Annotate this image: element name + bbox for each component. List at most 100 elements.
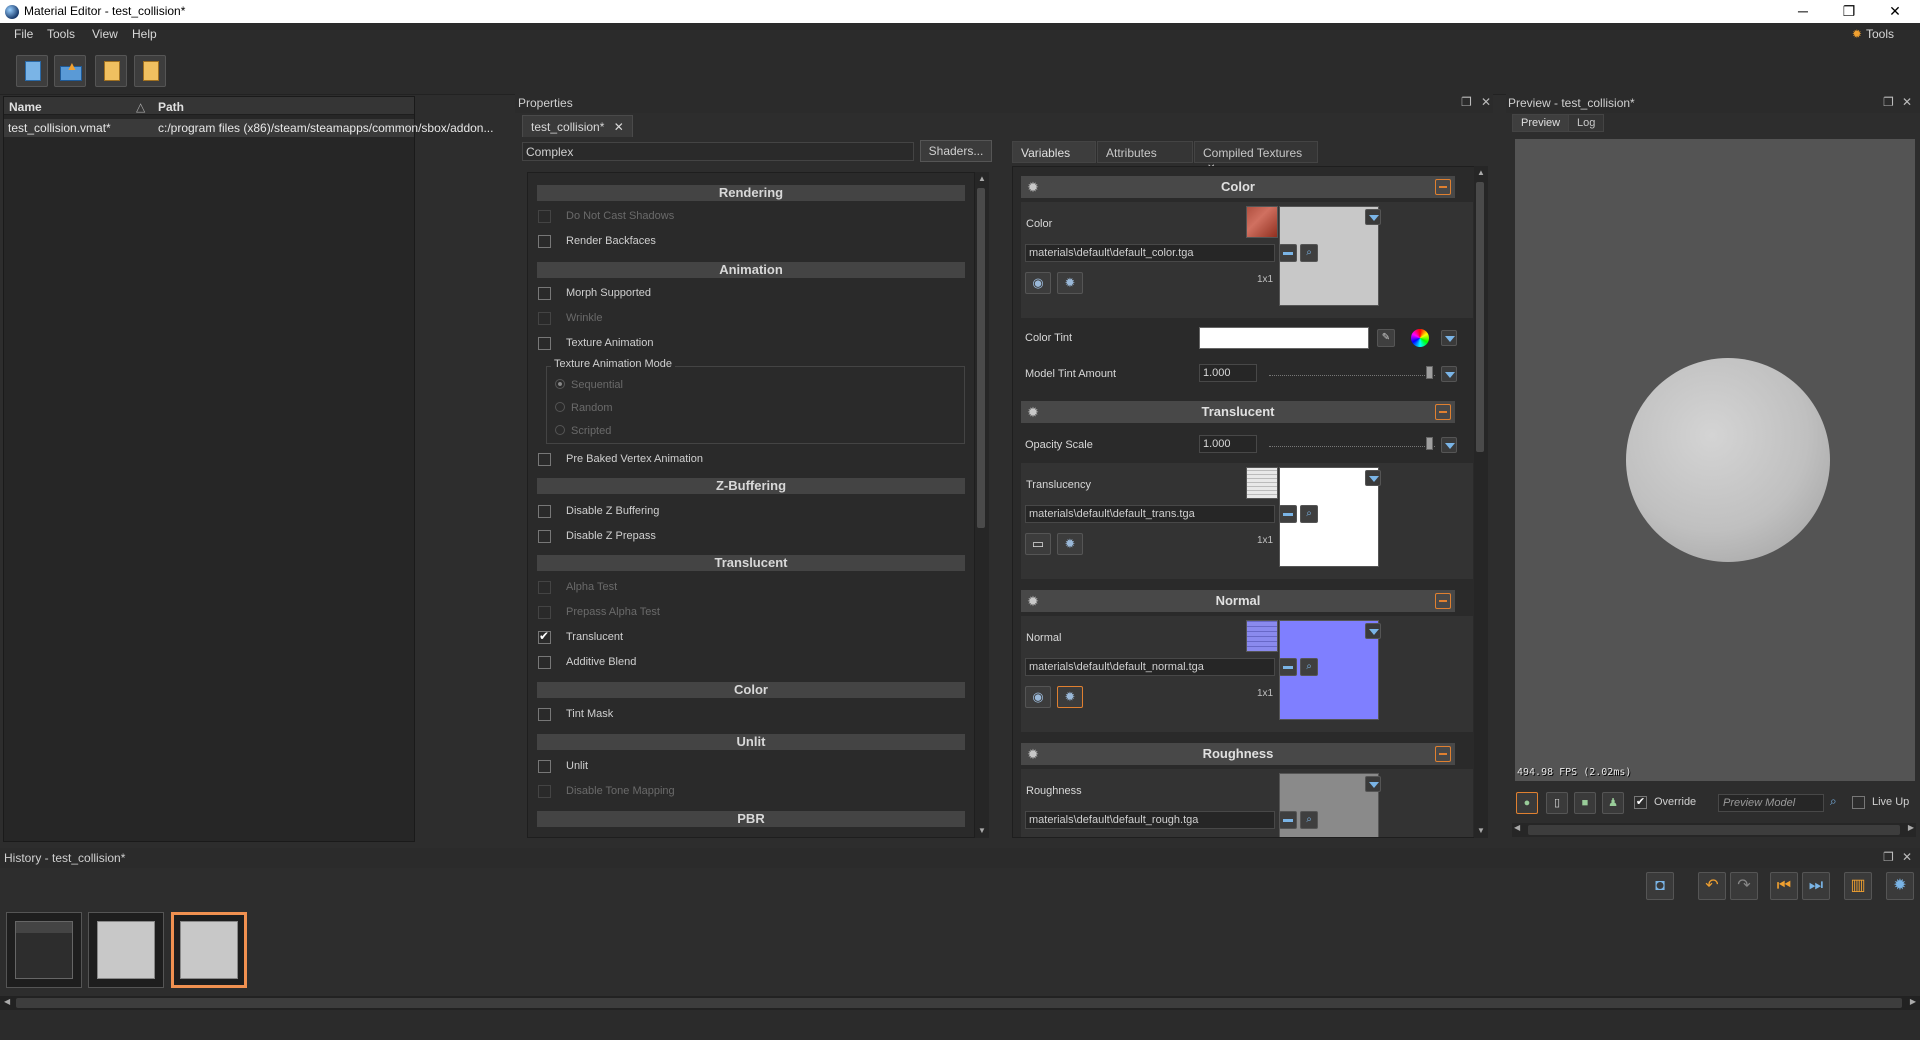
last-icon[interactable]: ⏭ [1802,872,1830,900]
slider-knob[interactable] [1426,437,1433,450]
dropdown-icon[interactable] [1365,470,1381,486]
checkbox-box[interactable] [538,629,551,644]
minimize-button[interactable]: ─ [1780,0,1826,23]
checkbox-box[interactable] [538,530,551,543]
color-tint-swatch[interactable] [1199,327,1369,349]
slider-knob[interactable] [1426,366,1433,379]
dropdown-icon[interactable] [1365,209,1381,225]
browse-icon[interactable]: ▬ [1279,505,1297,523]
scroll-down-icon[interactable]: ▼ [975,824,989,838]
dropdown-icon[interactable] [1365,776,1381,792]
history-snapshot[interactable] [6,912,82,988]
live-update-checkbox[interactable] [1852,796,1865,809]
checkbox-box[interactable] [538,287,551,300]
collapse-icon[interactable] [1435,404,1451,420]
checkbox-box[interactable] [538,505,551,518]
camera-icon[interactable]: ◘ [1646,872,1674,900]
checkbox-box[interactable] [538,656,551,669]
preview-model-input[interactable]: Preview Model [1718,794,1824,812]
history-snapshot-selected[interactable] [171,912,247,988]
open-file-button[interactable]: ▲ [54,55,86,87]
variables-scrollbar[interactable]: ▲ ▼ [1474,166,1488,838]
scroll-left-icon[interactable]: ◀ [1514,823,1520,832]
new-file-button[interactable] [16,55,48,87]
settings-gear-icon[interactable]: ✹ [1057,533,1083,555]
search-icon[interactable]: ⌕ [1300,811,1318,829]
checkbox-box[interactable] [538,760,551,773]
cylinder-model-icon[interactable]: ▯ [1546,792,1568,814]
shader-field[interactable]: Complex [522,142,914,161]
dropdown-icon[interactable] [1441,330,1457,346]
collapse-icon[interactable] [1435,593,1451,609]
maximize-button[interactable]: ❐ [1826,0,1872,23]
search-icon[interactable]: ⌕ [1300,244,1318,262]
save-button[interactable] [95,55,127,87]
scroll-left-icon[interactable]: ◀ [4,997,10,1006]
redo-icon[interactable]: ↷ [1730,872,1758,900]
color-wheel-icon[interactable] [1411,329,1429,347]
properties-scrollbar[interactable]: ▲ ▼ [975,172,989,838]
tab-preview[interactable]: Preview [1512,114,1570,132]
checkbox-box[interactable] [538,453,551,466]
search-icon[interactable]: ⌕ [1830,794,1837,809]
float-icon[interactable]: ❐ [1883,850,1894,864]
tab-compiled-textures[interactable]: Compiled Textures ✕ [1194,141,1318,174]
opacity-scale-slider[interactable] [1269,437,1435,451]
tab-log[interactable]: Log [1568,114,1605,132]
settings-gear-icon[interactable]: ✹ [1886,872,1914,900]
gradient-icon[interactable]: ▭ [1025,533,1051,555]
tools-button[interactable]: ✹ Tools [1852,27,1894,41]
tab-attributes[interactable]: Attributes [1097,141,1193,163]
menu-file[interactable]: File [14,27,33,41]
menu-tools[interactable]: Tools [47,27,75,41]
document-tab[interactable]: test_collision* ✕ [522,115,633,137]
collapse-icon[interactable] [1435,179,1451,195]
scroll-up-icon[interactable]: ▲ [975,172,989,186]
scroll-thumb[interactable] [1476,182,1484,452]
column-name[interactable]: Name [9,100,42,114]
browse-icon[interactable]: ▬ [1279,658,1297,676]
close-panel-icon[interactable]: ✕ [1902,95,1912,109]
eyedropper-icon[interactable]: ✎ [1377,329,1395,347]
shaders-button[interactable]: Shaders... [920,140,992,162]
scroll-right-icon[interactable]: ▶ [1908,823,1914,832]
generate-texture-icon[interactable]: ◉ [1025,272,1051,294]
close-panel-icon[interactable]: ✕ [1902,850,1912,864]
first-icon[interactable]: ⏮ [1770,872,1798,900]
dropdown-icon[interactable] [1441,437,1457,453]
menu-help[interactable]: Help [132,27,157,41]
preview-hscrollbar[interactable]: ◀ ▶ [1512,823,1916,837]
checkbox-box[interactable] [538,337,551,350]
history-scrollbar[interactable]: ◀ ▶ [0,996,1920,1010]
sphere-model-icon[interactable]: ● [1516,792,1538,814]
settings-gear-icon[interactable]: ✹ [1057,686,1083,708]
color-texture-path[interactable]: materials\default\default_color.tga [1025,244,1275,262]
delete-icon[interactable]: ▥ [1844,872,1872,900]
search-icon[interactable]: ⌕ [1300,505,1318,523]
float-icon[interactable]: ❐ [1883,95,1894,109]
scroll-thumb[interactable] [977,188,985,528]
save-all-button[interactable] [134,55,166,87]
scroll-thumb[interactable] [1528,825,1900,835]
model-tint-slider[interactable] [1269,366,1435,380]
history-snapshot[interactable] [88,912,164,988]
normal-texture-path[interactable]: materials\default\default_normal.tga [1025,658,1275,676]
dropdown-icon[interactable] [1441,366,1457,382]
character-model-icon[interactable]: ♟ [1602,792,1624,814]
dropdown-icon[interactable] [1365,623,1381,639]
float-icon[interactable]: ❐ [1461,95,1472,109]
override-checkbox[interactable]: ✔ [1634,796,1647,809]
undo-icon[interactable]: ↶ [1698,872,1726,900]
file-row[interactable]: test_collision.vmat* c:/program files (x… [4,119,493,137]
scroll-down-icon[interactable]: ▼ [1474,824,1488,838]
scroll-up-icon[interactable]: ▲ [1474,166,1488,180]
scroll-right-icon[interactable]: ▶ [1910,997,1916,1006]
tab-variables[interactable]: Variables [1012,141,1096,163]
scroll-thumb[interactable] [16,998,1902,1008]
checkbox-box[interactable] [538,708,551,721]
opacity-scale-input[interactable]: 1.000 [1199,435,1257,453]
translucency-texture-path[interactable]: materials\default\default_trans.tga [1025,505,1275,523]
browse-icon[interactable]: ▬ [1279,811,1297,829]
close-panel-icon[interactable]: ✕ [1481,95,1491,109]
collapse-icon[interactable] [1435,746,1451,762]
